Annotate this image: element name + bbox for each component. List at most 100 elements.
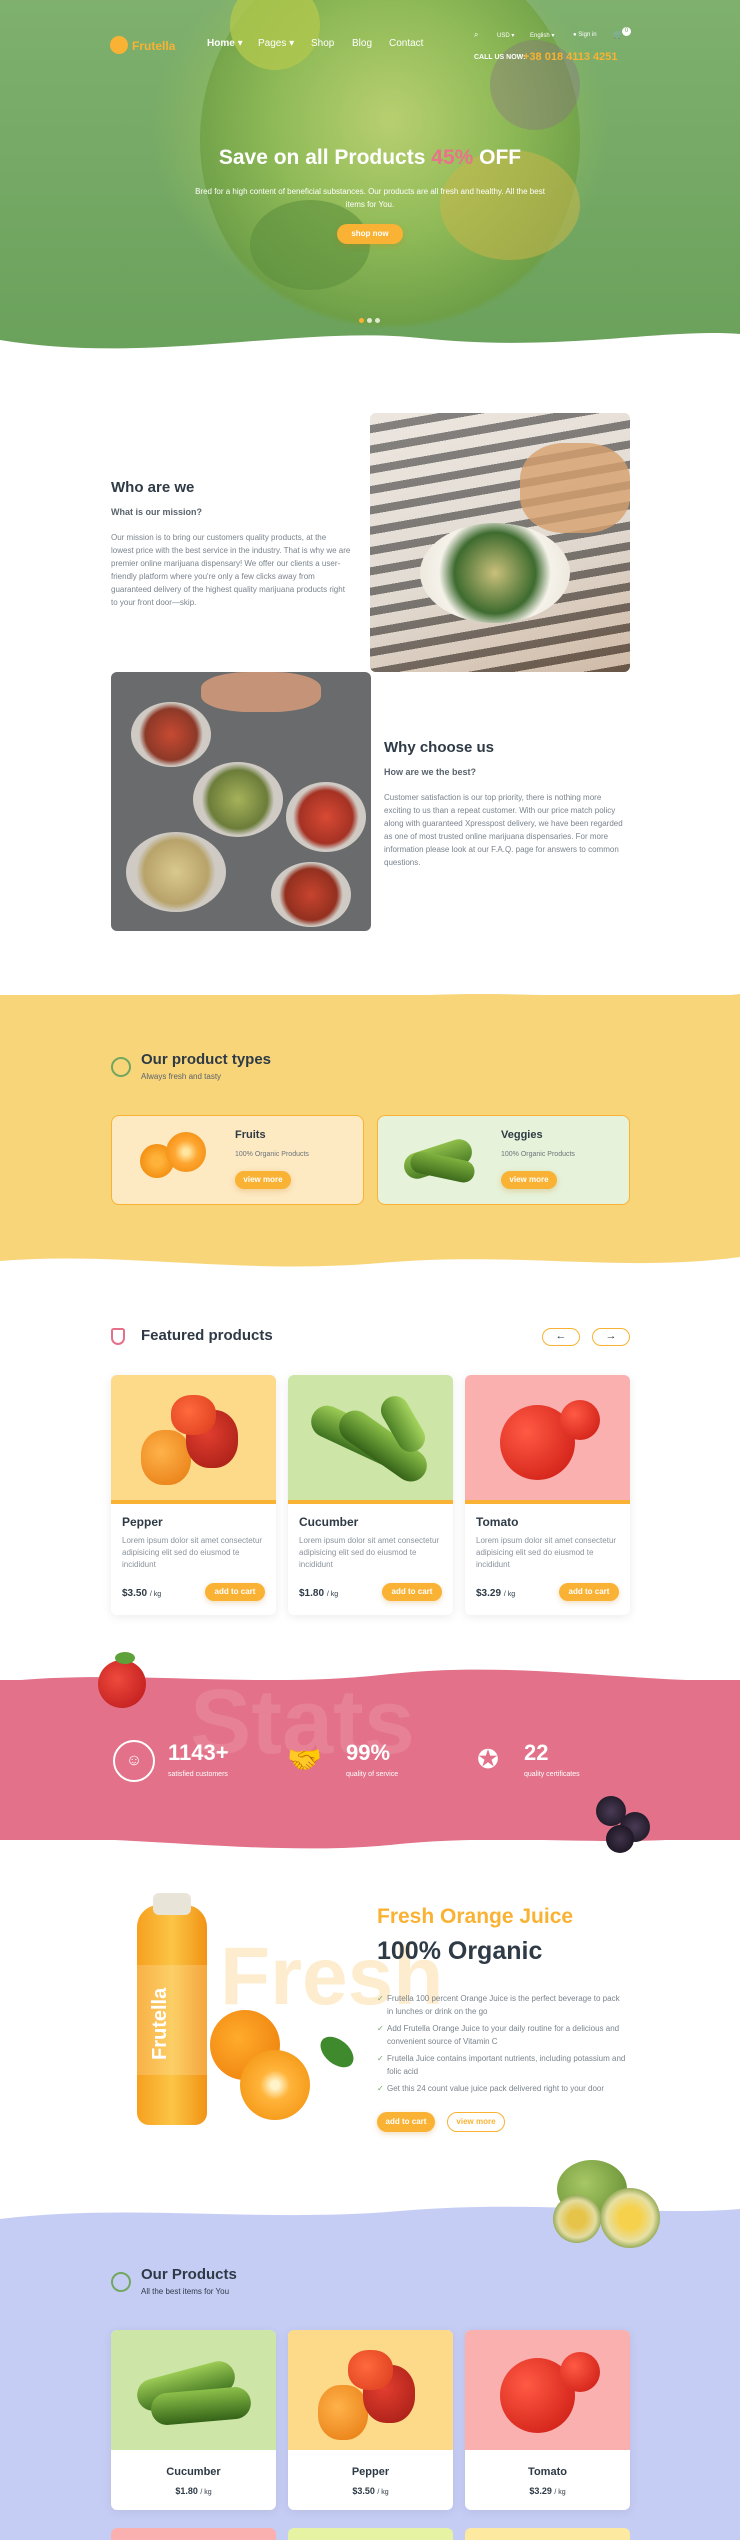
stat-label: satisfied customers — [168, 1771, 228, 1778]
product-desc: Lorem ipsum dolor sit amet consectetur a… — [299, 1536, 440, 1569]
nav-item-contact[interactable]: Contact — [389, 38, 423, 49]
hero-wave — [0, 333, 740, 360]
product-types-section: Our product types Always fresh and tasty… — [0, 995, 740, 1255]
apple-icon — [111, 1057, 131, 1077]
cucumber-image — [288, 1375, 453, 1500]
arrow-right-icon[interactable]: → — [592, 1328, 630, 1346]
tomato-image — [465, 1375, 630, 1500]
signin-link[interactable]: ● Sign in — [573, 32, 597, 38]
currency-select[interactable]: USD ▾ — [497, 32, 514, 39]
card-accent-bar — [111, 1500, 276, 1504]
featured-title: Featured products — [141, 1327, 273, 1344]
product-desc: Lorem ipsum dolor sit amet consectetur a… — [476, 1536, 617, 1569]
signin-label: Sign in — [578, 32, 597, 38]
check-icon: ✓ — [377, 2024, 384, 2033]
nav-item-home[interactable]: Home ▾ — [207, 38, 243, 49]
stat-value: 1143+ — [168, 1740, 229, 1765]
type-card-desc: 100% Organic Products — [235, 1151, 309, 1158]
our-product-card-tomato[interactable]: Tomato $3.29 / kg — [465, 2330, 630, 2510]
types-title: Our product types — [141, 1051, 272, 1068]
nav-item-blog[interactable]: Blog — [352, 38, 372, 49]
juice-point: ✓ Get this 24 count value juice pack deli… — [377, 2082, 627, 2095]
product-name[interactable]: Cucumber — [299, 1515, 358, 1529]
price-unit: / kg — [554, 2489, 566, 2496]
pepper-image — [288, 2330, 453, 2450]
blackberry-image — [606, 1825, 634, 1853]
view-more-button[interactable]: view more — [501, 1171, 557, 1189]
nav-item-shop[interactable]: Shop — [311, 38, 334, 49]
why-image — [111, 672, 371, 931]
add-to-cart-button[interactable]: add to cart — [205, 1583, 265, 1601]
type-card-veggies[interactable]: Veggies 100% Organic Products view more — [377, 1115, 630, 1205]
why-subtitle: How are we the best? — [384, 767, 477, 777]
language-select[interactable]: English ▾ — [530, 32, 554, 39]
product-card-pepper[interactable]: Pepper Lorem ipsum dolor sit amet consec… — [111, 1375, 276, 1615]
product-name[interactable]: Pepper — [122, 1515, 163, 1529]
arrow-left-icon[interactable]: ← — [542, 1328, 580, 1346]
stat-label: quality certificates — [524, 1771, 580, 1778]
product-card-cucumber[interactable]: Cucumber Lorem ipsum dolor sit amet cons… — [288, 1375, 453, 1615]
juice-point: ✓ Frutella 100 percent Orange Juice is th… — [377, 1992, 627, 2018]
price-value: $3.50 — [122, 1588, 148, 1599]
nav-item-pages[interactable]: Pages ▾ — [258, 38, 294, 49]
add-to-cart-button[interactable]: add to cart — [559, 1583, 619, 1601]
product-price: $3.29 / kg — [476, 1588, 515, 1599]
heart-eyes-icon: ☺ — [113, 1740, 155, 1782]
product-card-partial — [465, 2528, 630, 2540]
hero-text: Bred for a high content of beneficial su… — [195, 187, 545, 209]
handshake-icon: 🤝 — [287, 1744, 322, 1775]
type-card-name: Veggies — [501, 1129, 543, 1141]
tomato-image — [465, 2330, 630, 2450]
juice-add-to-cart-button[interactable]: add to cart — [377, 2112, 435, 2132]
cucumber-image — [111, 2330, 276, 2450]
juice-point: ✓ Frutella Juice contains important nutri… — [377, 2052, 627, 2078]
types-wave-bottom — [0, 1245, 740, 1267]
nav-item-label: Pages — [258, 38, 287, 49]
price-value: $1.80 — [299, 1588, 325, 1599]
page: Frutella Home ▾ Pages ▾ Shop Blog Contac… — [0, 0, 740, 2540]
call-label: CALL US NOW: — [474, 54, 526, 61]
shop-now-button[interactable]: shop now — [337, 224, 403, 244]
passion-fruit-half-image — [600, 2188, 660, 2248]
user-icon: ● — [573, 32, 577, 38]
price-unit: / kg — [326, 1591, 339, 1598]
phone-number[interactable]: +38 018 4113 4251 — [523, 51, 618, 63]
brand-name[interactable]: Frutella — [132, 39, 175, 53]
juice-view-more-button[interactable]: view more — [447, 2112, 505, 2132]
juice-points: ✓ Frutella 100 percent Orange Juice is th… — [377, 1992, 627, 2099]
search-icon[interactable]: ⌕ — [474, 30, 478, 40]
add-to-cart-button[interactable]: add to cart — [382, 1583, 442, 1601]
language-value: English — [530, 33, 550, 39]
juice-point-text: Frutella Juice contains important nutrie… — [387, 2054, 626, 2076]
product-card-partial — [111, 2528, 276, 2540]
our-product-card-cucumber[interactable]: Cucumber $1.80 / kg — [111, 2330, 276, 2510]
product-name[interactable]: Pepper — [288, 2466, 453, 2478]
pepper-image — [111, 1375, 276, 1500]
orange-slice-image — [240, 2050, 310, 2120]
product-name[interactable]: Tomato — [465, 2466, 630, 2478]
hero-section: Frutella Home ▾ Pages ▾ Shop Blog Contac… — [0, 0, 740, 350]
who-title: Who are we — [111, 479, 195, 496]
our-products-subtitle: All the best items for You — [141, 2287, 230, 2296]
product-price: $3.50 / kg — [288, 2486, 453, 2496]
view-more-button[interactable]: view more — [235, 1171, 291, 1189]
leaf-image — [314, 2030, 360, 2074]
our-product-card-pepper[interactable]: Pepper $3.50 / kg — [288, 2330, 453, 2510]
product-price: $3.50 / kg — [122, 1588, 161, 1599]
types-subtitle: Always fresh and tasty — [141, 1072, 222, 1081]
juice-point-text: Add Frutella Orange Juice to your daily … — [387, 2024, 620, 2046]
check-icon: ✓ — [377, 1994, 384, 2003]
strawberry-leaf — [115, 1652, 135, 1664]
card-accent-bar — [288, 1500, 453, 1504]
product-name[interactable]: Tomato — [476, 1515, 518, 1529]
apple-icon — [111, 2272, 131, 2292]
product-price: $1.80 / kg — [299, 1588, 338, 1599]
why-title: Why choose us — [384, 739, 495, 756]
product-price: $3.29 / kg — [465, 2486, 630, 2496]
type-card-fruits[interactable]: Fruits 100% Organic Products view more — [111, 1115, 364, 1205]
juice-title-1: Fresh Orange Juice — [377, 1905, 574, 1928]
stat-value: 22 — [524, 1740, 549, 1765]
who-subtitle: What is our mission? — [111, 507, 203, 517]
product-card-tomato[interactable]: Tomato Lorem ipsum dolor sit amet consec… — [465, 1375, 630, 1615]
product-name[interactable]: Cucumber — [111, 2466, 276, 2478]
